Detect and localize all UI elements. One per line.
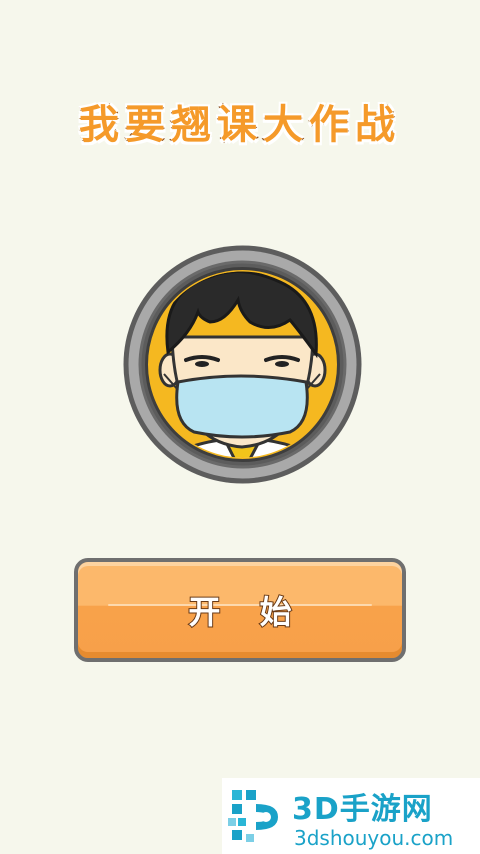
watermark-name: 3D手游网 [292, 792, 433, 827]
start-button[interactable]: 开 始 [74, 558, 406, 662]
3dshouyou-logo-icon [228, 790, 278, 842]
start-button-label: 开 始 [187, 592, 306, 632]
avatar [120, 242, 365, 487]
game-title: 我要翘课大作战 [78, 101, 401, 149]
watermark: 3D手游网 3dshouyou.com [222, 778, 480, 854]
watermark-url: 3dshouyou.com [294, 826, 454, 850]
masked-student-avatar-icon [123, 245, 362, 484]
